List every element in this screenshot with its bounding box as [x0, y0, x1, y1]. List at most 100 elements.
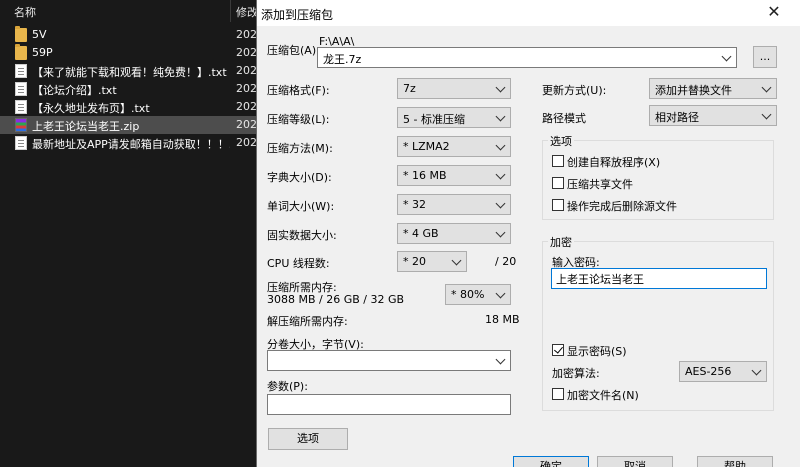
solid-select[interactable]: * 4 GB — [397, 223, 511, 244]
delete-source-label[interactable]: 操作完成后删除源文件 — [567, 198, 677, 214]
help-button[interactable]: 帮助 — [697, 456, 773, 467]
path-mode-select[interactable]: 相对路径 — [649, 105, 777, 126]
chevron-down-icon — [496, 83, 506, 93]
word-label: 单词大小(W): — [267, 200, 335, 213]
folder-icon — [15, 44, 27, 60]
mem-comp-detail: 3088 MB / 26 GB / 32 GB — [267, 293, 405, 306]
shared-checkbox[interactable] — [552, 177, 564, 189]
text-file-icon — [15, 100, 27, 114]
cancel-button[interactable]: 取消 — [597, 456, 673, 467]
method-label: 压缩方法(M): — [267, 142, 333, 155]
archive-name-combo[interactable]: 龙王.7z — [317, 47, 737, 68]
solid-label: 固实数据大小: — [267, 229, 337, 242]
file-explorer: ⌃ 名称 修改 5V 2025 59P 2025 【来了就能下载和观看！纯免费！】.tx… — [0, 0, 264, 467]
options-button[interactable]: 选项 — [268, 428, 348, 450]
file-row[interactable]: 59P 2025 — [0, 44, 264, 62]
path-mode-label: 路径模式 — [542, 112, 586, 125]
file-name: 最新地址及APP请发邮箱自动获取！！！.... — [32, 138, 230, 151]
file-row[interactable]: 最新地址及APP请发邮箱自动获取！！！.... 2025 — [0, 134, 264, 152]
threads-value: * 20 — [403, 255, 426, 268]
archive-file-icon — [15, 118, 27, 132]
encrypt-names-label[interactable]: 加密文件名(N) — [567, 387, 639, 403]
encrypt-names-checkbox[interactable] — [552, 388, 564, 400]
column-name-header[interactable]: 名称 — [14, 4, 36, 20]
level-value: 5 - 标准压缩 — [403, 113, 465, 126]
show-password-checkbox[interactable] — [552, 344, 564, 356]
text-file-icon — [15, 136, 27, 150]
options-group-title: 选项 — [548, 133, 574, 149]
format-value: 7z — [403, 82, 416, 95]
folder-icon — [15, 26, 27, 42]
chevron-down-icon — [762, 83, 772, 93]
mem-decomp-value: 18 MB — [485, 313, 520, 326]
sfx-checkbox[interactable] — [552, 155, 564, 167]
params-field[interactable] — [268, 395, 510, 414]
chevron-down-icon — [496, 228, 506, 238]
word-value: * 32 — [403, 198, 426, 211]
browse-button[interactable]: ... — [753, 46, 777, 68]
file-row[interactable]: 上老王论坛当老王.zip 2025 — [0, 116, 264, 134]
file-name: 【永久地址发布页】.txt — [32, 102, 150, 115]
column-divider[interactable] — [230, 0, 231, 22]
ok-button[interactable]: 确定 — [513, 456, 589, 467]
chevron-down-icon — [752, 366, 762, 376]
method-select[interactable]: * LZMA2 — [397, 136, 511, 157]
sfx-label[interactable]: 创建自释放程序(X) — [567, 154, 660, 170]
params-label: 参数(P): — [267, 380, 308, 393]
file-name: 59P — [32, 46, 53, 59]
file-name: 【论坛介绍】.txt — [32, 84, 117, 97]
chevron-down-icon — [762, 110, 772, 120]
dict-select[interactable]: * 16 MB — [397, 165, 511, 186]
file-name: 【来了就能下载和观看！纯免费！】.txt — [32, 66, 227, 79]
chevron-down-icon — [452, 256, 462, 266]
split-combo[interactable] — [267, 350, 511, 371]
archive-label: 压缩包(A) — [267, 44, 317, 57]
chevron-down-icon — [722, 52, 732, 62]
text-file-icon — [15, 64, 27, 78]
file-row[interactable]: 【论坛介绍】.txt 2025 — [0, 80, 264, 98]
chevron-down-icon — [496, 355, 506, 365]
dict-label: 字典大小(D): — [267, 171, 332, 184]
update-label: 更新方式(U): — [542, 84, 607, 97]
level-label: 压缩等级(L): — [267, 113, 330, 126]
mem-percent-value: * 80% — [451, 288, 485, 301]
encryption-method-select[interactable]: AES-256 — [679, 361, 767, 382]
close-icon[interactable]: ✕ — [765, 3, 783, 21]
format-select[interactable]: 7z — [397, 78, 511, 99]
file-row[interactable]: 【来了就能下载和观看！纯免费！】.txt 2025 — [0, 62, 264, 80]
mem-percent-select[interactable]: * 80% — [445, 284, 511, 305]
column-modified-header[interactable]: 修改 — [236, 4, 258, 20]
threads-label: CPU 线程数: — [267, 257, 330, 270]
file-name: 5V — [32, 28, 47, 41]
chevron-down-icon — [496, 289, 506, 299]
threads-max: / 20 — [495, 255, 517, 268]
chevron-down-icon — [496, 112, 506, 122]
mem-decomp-label: 解压缩所需内存: — [267, 315, 348, 328]
encryption-group-title: 加密 — [548, 234, 574, 250]
archive-name-value: 龙王.7z — [323, 53, 362, 66]
file-row[interactable]: 5V 2025 — [0, 26, 264, 44]
level-select[interactable]: 5 - 标准压缩 — [397, 107, 511, 128]
password-field[interactable] — [552, 269, 766, 288]
word-select[interactable]: * 32 — [397, 194, 511, 215]
show-password-label[interactable]: 显示密码(S) — [567, 343, 627, 359]
file-name: 上老王论坛当老王.zip — [32, 120, 140, 133]
threads-select[interactable]: * 20 — [397, 251, 467, 272]
dict-value: * 16 MB — [403, 169, 447, 182]
solid-value: * 4 GB — [403, 227, 439, 240]
delete-source-checkbox[interactable] — [552, 199, 564, 211]
file-row[interactable]: 【永久地址发布页】.txt 2025 — [0, 98, 264, 116]
password-input[interactable] — [551, 268, 767, 289]
update-select[interactable]: 添加并替换文件 — [649, 78, 777, 99]
text-file-icon — [15, 82, 27, 96]
explorer-column-header: ⌃ 名称 修改 — [0, 0, 258, 22]
method-value: * LZMA2 — [403, 140, 450, 153]
chevron-down-icon — [496, 170, 506, 180]
chevron-down-icon — [496, 141, 506, 151]
dialog-title: 添加到压缩包 — [261, 8, 334, 22]
shared-label[interactable]: 压缩共享文件 — [567, 176, 633, 192]
encryption-method-value: AES-256 — [685, 365, 732, 378]
params-input[interactable] — [267, 394, 511, 415]
chevron-down-icon — [496, 199, 506, 209]
dialog-titlebar[interactable]: 添加到压缩包 ✕ — [257, 0, 800, 26]
